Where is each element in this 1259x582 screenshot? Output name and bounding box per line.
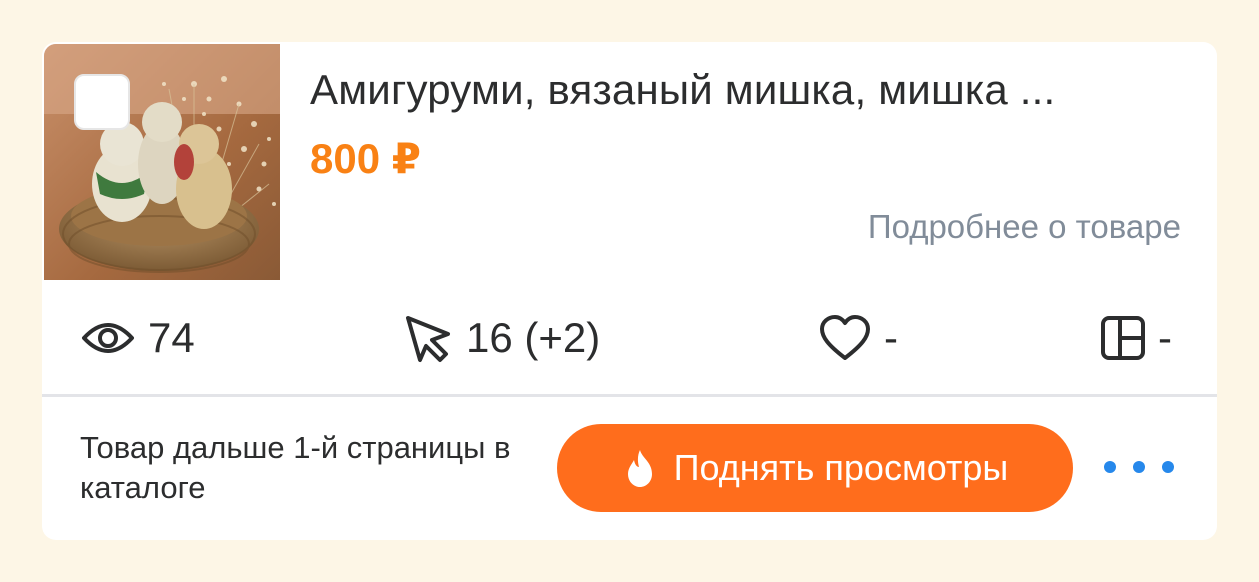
eye-icon — [82, 323, 134, 353]
product-details-link[interactable]: Подробнее о товаре — [868, 208, 1181, 246]
views-count: 74 — [148, 314, 195, 361]
product-price: 800 ₽ — [310, 135, 421, 182]
product-card: Амигуруми, вязаный мишка, мишка ... 800 … — [42, 42, 1217, 540]
more-dot-icon — [1133, 461, 1145, 473]
favorites-count: - — [884, 314, 898, 361]
product-title[interactable]: Амигуруми, вязаный мишка, мишка ... — [310, 66, 1190, 114]
boost-views-label: Поднять просмотры — [673, 447, 1009, 488]
layout-icon — [1101, 316, 1145, 360]
divider — [42, 394, 1217, 397]
collections-count: - — [1158, 314, 1172, 361]
clicks-stat: 16 (+2) — [402, 310, 600, 366]
views-stat: 74 — [80, 310, 195, 366]
more-dot-icon — [1162, 461, 1174, 473]
product-image[interactable] — [44, 44, 280, 280]
boost-views-button[interactable]: Поднять просмотры — [557, 424, 1073, 512]
catalog-position-note: Товар дальше 1-й страницы в каталоге — [80, 430, 511, 505]
more-options-button[interactable] — [1104, 452, 1174, 482]
fire-icon — [627, 450, 652, 487]
cursor-icon — [406, 316, 450, 362]
heart-icon — [820, 315, 870, 360]
favorites-stat: - — [818, 310, 898, 366]
collections-stat: - — [1100, 310, 1172, 366]
clicks-count: 16 (+2) — [466, 314, 601, 361]
select-checkbox[interactable] — [74, 74, 130, 130]
more-dot-icon — [1104, 461, 1116, 473]
